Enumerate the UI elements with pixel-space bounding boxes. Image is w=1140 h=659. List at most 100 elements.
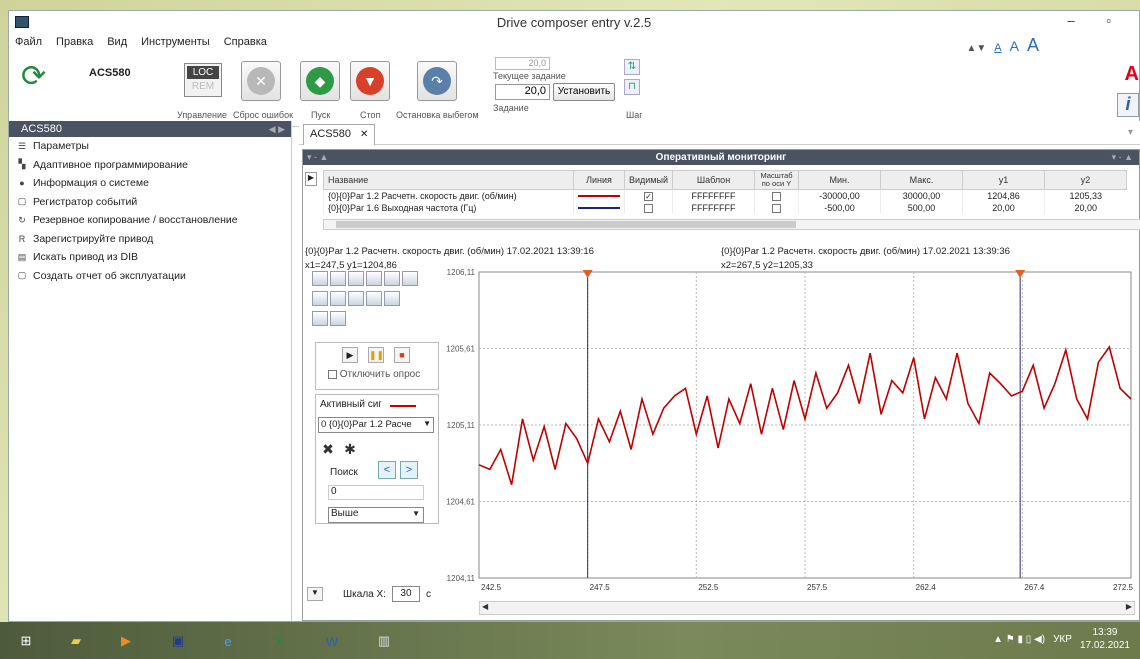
x-tick-label: 257.5 xyxy=(807,583,828,592)
table-scrollbar[interactable] xyxy=(323,219,1140,230)
start-button[interactable]: ◆ xyxy=(300,61,340,101)
event-logger-icon: ▢ xyxy=(17,196,27,207)
active-signal-select[interactable]: 0 {0}{0}Par 1.2 Расче ▼ xyxy=(318,417,434,433)
step-pulse-icon[interactable]: ⊓ xyxy=(624,79,640,95)
font-size-medium[interactable]: A xyxy=(1010,38,1019,54)
sidebar-item-register-drive[interactable]: R Зарегистрируйте привод xyxy=(9,230,291,249)
sidebar-nav-arrows[interactable]: ◀ ▶ xyxy=(269,121,285,137)
sidebar-item-search-dib[interactable]: ▤ Искать привод из DIB xyxy=(9,248,291,267)
sidebar-item-label: Создать отчет об эксплуатации xyxy=(33,269,186,282)
excel-icon[interactable]: X xyxy=(266,627,294,655)
sidebar-item-label: Адаптивное программирование xyxy=(33,158,188,171)
chart-scrollbar[interactable]: ◀ ▶ xyxy=(479,601,1135,615)
stop-button[interactable]: ▼ xyxy=(350,61,390,101)
stop-square-icon[interactable]: ■ xyxy=(394,347,410,363)
fit-icon[interactable] xyxy=(384,271,400,286)
open-icon[interactable] xyxy=(312,271,328,286)
windows-start-icon[interactable]: ⊞ xyxy=(12,627,40,655)
col-pattern: Шаблон xyxy=(672,170,755,190)
direction-select[interactable]: Выше ▼ xyxy=(328,507,424,523)
loc-rem-toggle[interactable]: LOC REM xyxy=(184,63,222,97)
sidebar-item-backup-restore[interactable]: ↻ Резервное копирование / восстановление xyxy=(9,211,291,230)
scroll-left-icon[interactable]: ◀ xyxy=(482,602,488,611)
remove-cursor-icon[interactable]: ✖ xyxy=(320,441,336,457)
language-indicator[interactable]: УКР xyxy=(1053,634,1072,645)
search-prev-icon[interactable]: < xyxy=(378,461,396,479)
window-icon[interactable] xyxy=(330,291,346,306)
word-icon[interactable]: W xyxy=(318,627,346,655)
tray-icons[interactable]: ▲ ⚑ ▮ ▯ ◀) xyxy=(993,634,1045,645)
disable-poll[interactable]: Отключить опрос xyxy=(328,369,420,380)
search-input[interactable]: 0 xyxy=(328,485,424,500)
visible-checkbox[interactable] xyxy=(644,203,653,213)
table-row[interactable]: {0}{0}Par 1.6 Выходная частота (Гц) FFFF… xyxy=(323,201,1127,214)
sidebar-item-adaptive-programming[interactable]: ▚ Адаптивное программирование xyxy=(9,156,291,175)
row-scale[interactable] xyxy=(754,201,799,214)
wrench-icon[interactable] xyxy=(366,271,382,286)
panel-menu-icon[interactable]: ▾ - ▲ xyxy=(307,150,328,165)
menu-help[interactable]: Справка xyxy=(222,36,269,48)
scale-x-input[interactable]: 30 xyxy=(391,586,420,602)
visible-checkbox[interactable]: ✓ xyxy=(644,191,653,201)
info-icon[interactable]: i xyxy=(1117,93,1139,117)
scale-x-control: ▼ Шкала X: 30 с xyxy=(307,586,431,602)
save-app-icon[interactable]: ▣ xyxy=(164,627,192,655)
export-icon[interactable] xyxy=(384,291,400,306)
set-button[interactable]: Установить xyxy=(553,83,615,101)
grid-icon[interactable] xyxy=(312,311,328,326)
table-icon[interactable] xyxy=(312,291,328,306)
internet-explorer-icon[interactable]: e xyxy=(214,627,242,655)
sidebar-title: ACS580 xyxy=(21,123,62,135)
tab-acs580[interactable]: ACS580 ✕ xyxy=(303,124,376,145)
scroll-right-icon[interactable]: ▶ xyxy=(1126,602,1132,611)
play-icon[interactable]: ▶ xyxy=(342,347,358,363)
menu-edit[interactable]: Правка xyxy=(54,36,95,48)
close-icon[interactable]: ✕ xyxy=(360,129,368,140)
sidebar-item-create-report[interactable]: ▢ Создать отчет об эксплуатации xyxy=(9,267,291,286)
drive-composer-taskbar-icon[interactable]: ▥ xyxy=(370,627,398,655)
save-icon[interactable] xyxy=(330,271,346,286)
image-icon[interactable] xyxy=(348,291,364,306)
pause-icon[interactable]: ❚❚ xyxy=(368,347,384,363)
add-cursor-icon[interactable]: ✱ xyxy=(342,441,358,457)
coast-stop-button[interactable]: ↷ xyxy=(417,61,457,101)
table-row[interactable]: {0}{0}Par 1.2 Расчетн. скорость двиг. (о… xyxy=(323,189,1127,202)
step-up-icon[interactable]: ⇅ xyxy=(624,59,640,75)
sidebar-item-event-logger[interactable]: ▢ Регистратор событий xyxy=(9,193,291,212)
refresh-icon[interactable]: ⟳ xyxy=(21,59,46,94)
scale-checkbox[interactable] xyxy=(772,203,781,213)
clock[interactable]: 13:39 17.02.2021 xyxy=(1080,626,1130,652)
parameters-icon: ☰ xyxy=(17,140,27,151)
chart[interactable]: 1206,11 1205,61 1205,11 1204,61 1204,11 242.5… xyxy=(443,260,1139,605)
zoom-fit-icon[interactable] xyxy=(402,271,418,286)
chevron-down-icon[interactable]: ▾ xyxy=(1128,127,1133,138)
setpoint-input[interactable]: 20,0 xyxy=(495,84,550,100)
row-visible[interactable] xyxy=(624,201,673,214)
sidebar-item-label: Искать привод из DIB xyxy=(33,251,139,264)
row-scale[interactable] xyxy=(754,189,799,202)
search-next-icon[interactable]: > xyxy=(400,461,418,479)
sidebar-item-parameters[interactable]: ☰ Параметры xyxy=(9,137,291,156)
scale-down-icon[interactable]: ▼ xyxy=(307,587,323,601)
scrollbar-thumb[interactable] xyxy=(336,221,796,228)
loc-label: LOC xyxy=(187,66,219,79)
sidebar-item-system-info[interactable]: ● Информация о системе xyxy=(9,174,291,193)
zoom-icon[interactable] xyxy=(366,291,382,306)
panel-collapse-icon[interactable]: ▾ - ▲ xyxy=(1112,150,1133,165)
reset-faults-button[interactable]: ✕ xyxy=(241,61,281,101)
row-visible[interactable]: ✓ xyxy=(624,189,673,202)
file-explorer-icon[interactable]: ▰ xyxy=(62,627,90,655)
disable-poll-checkbox[interactable] xyxy=(328,369,337,379)
taskbar: ⊞ ▰ ▶ ▣ e X W ▥ ▲ ⚑ ▮ ▯ ◀) УКР 13:39 17.… xyxy=(0,622,1140,659)
search-zoom-icon[interactable] xyxy=(330,311,346,326)
window-controls[interactable]: – ▫ xyxy=(1068,13,1125,28)
y-tick-label: 1205,61 xyxy=(446,345,475,354)
menu-file[interactable]: Файл xyxy=(13,36,44,48)
media-player-icon[interactable]: ▶ xyxy=(112,627,140,655)
table-play-icon[interactable]: ▶ xyxy=(305,172,317,186)
scale-checkbox[interactable] xyxy=(772,191,781,201)
menu-view[interactable]: Вид xyxy=(105,36,129,48)
list-icon[interactable] xyxy=(348,271,364,286)
menu-tools[interactable]: Инструменты xyxy=(139,36,212,48)
active-signal-swatch xyxy=(390,405,416,407)
